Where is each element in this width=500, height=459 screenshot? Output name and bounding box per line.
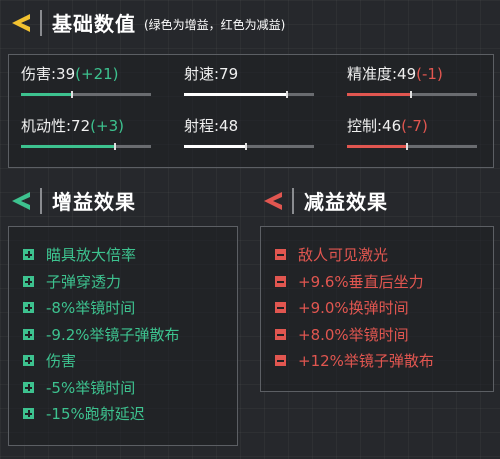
base-stats-title: 基础数值 (52, 12, 136, 36)
plus-square-icon (23, 276, 34, 287)
header-divider (292, 187, 294, 214)
plus-square-icon (23, 302, 34, 313)
buff-item: 子弹穿透力 (23, 271, 121, 292)
buff-item: 瞄具放大倍率 (23, 244, 136, 265)
minus-square-icon (275, 355, 286, 366)
debuff-item-label: +12%举镜子弹散布 (298, 352, 434, 370)
stat-value: 精准度:49 (347, 65, 417, 83)
stat-bar-marker (410, 91, 412, 98)
minus-square-icon (275, 329, 286, 340)
weapon-stats-panel: 基础数值 (绿色为增益，红色为减益) 伤害:39(+21) 射速:79 精准度:49… (0, 0, 500, 459)
minus-square-icon (275, 249, 286, 260)
debuff-item-label: +8.0%举镜时间 (298, 326, 409, 344)
header-divider (40, 187, 42, 214)
stat-delta: (-7) (401, 117, 428, 135)
chevron-left-icon (264, 191, 282, 210)
buff-item-label: 瞄具放大倍率 (46, 246, 137, 264)
stat-bar-fill (347, 93, 411, 96)
debuff-item: +8.0%举镜时间 (275, 324, 409, 345)
base-stats-subtitle: (绿色为增益，红色为减益) (144, 17, 286, 32)
stat-value: 伤害:39 (21, 65, 76, 83)
stat-bar (347, 143, 477, 150)
plus-square-icon (23, 408, 34, 419)
plus-square-icon (23, 329, 34, 340)
plus-square-icon (23, 249, 34, 260)
debuff-item: +9.6%垂直后坐力 (275, 271, 424, 292)
stat-value: 控制:46 (347, 117, 402, 135)
plus-square-icon (23, 382, 34, 393)
minus-square-icon (275, 302, 286, 313)
buff-item-label: -8%举镜时间 (46, 299, 136, 317)
debuff-list: 敌人可见激光 +9.6%垂直后坐力 +9.0%换弹时间 +8.0%举镜时间 +12%举镜… (260, 226, 494, 392)
debuff-header: 减益效果 (262, 186, 388, 215)
buff-item: 伤害 (23, 350, 76, 371)
stat-bar-marker (406, 143, 408, 150)
stat-bar-fill (21, 93, 72, 96)
stat-label: 控制:46(-7) (347, 115, 428, 136)
buff-item-label: 伤害 (46, 352, 77, 370)
chevron-left-icon (12, 13, 30, 32)
debuff-item-label: 敌人可见激光 (298, 246, 389, 264)
stat-bar (184, 91, 314, 98)
stats-box: 伤害:39(+21) 射速:79 精准度:49(-1) 机动性:72(+3) 射程:48… (8, 54, 494, 168)
chevron-left-icon (12, 191, 30, 210)
plus-square-icon (23, 355, 34, 366)
buff-item-label: -5%举镜时间 (46, 379, 136, 397)
buff-item-label: -15%跑射延迟 (46, 405, 145, 423)
buff-item: -9.2%举镜子弹散布 (23, 324, 180, 345)
header-divider (40, 9, 42, 36)
stat-label: 射速:79 (184, 63, 238, 84)
debuff-item: +12%举镜子弹散布 (275, 350, 434, 371)
debuff-item-label: +9.6%垂直后坐力 (298, 273, 424, 291)
debuff-title: 减益效果 (304, 190, 388, 214)
minus-square-icon (275, 276, 286, 287)
stat-bar (347, 91, 477, 98)
stat-bar (184, 143, 314, 150)
buff-header: 增益效果 (10, 186, 136, 215)
stat-bar-marker (71, 91, 73, 98)
stat-delta: (+21) (75, 65, 119, 83)
stat-bar (21, 143, 151, 150)
debuff-item: +9.0%换弹时间 (275, 297, 409, 318)
stat-bar-fill (184, 145, 246, 148)
buff-item: -15%跑射延迟 (23, 403, 145, 424)
stat-bar-marker (286, 91, 288, 98)
buff-title: 增益效果 (52, 190, 136, 214)
stat-delta: (-1) (416, 65, 443, 83)
stat-delta: (+3) (90, 117, 124, 135)
buff-item-label: 子弹穿透力 (46, 273, 122, 291)
stat-bar-fill (21, 145, 115, 148)
debuff-item: 敌人可见激光 (275, 244, 388, 265)
debuff-item-label: +9.0%换弹时间 (298, 299, 409, 317)
stat-label: 射程:48 (184, 115, 238, 136)
stat-bar-fill (347, 145, 407, 148)
stat-bar-marker (245, 143, 247, 150)
stat-label: 伤害:39(+21) (21, 63, 119, 84)
buff-item: -8%举镜时间 (23, 297, 135, 318)
base-stats-header: 基础数值 (绿色为增益，红色为减益) (10, 8, 285, 37)
stat-bar (21, 91, 151, 98)
stat-value: 射程:48 (184, 117, 239, 135)
buff-item: -5%举镜时间 (23, 377, 135, 398)
stat-label: 精准度:49(-1) (347, 63, 443, 84)
stat-value: 机动性:72 (21, 117, 91, 135)
buff-list: 瞄具放大倍率 子弹穿透力 -8%举镜时间 -9.2%举镜子弹散布 伤害 -5%举镜时间 -1… (8, 226, 238, 446)
stat-bar-marker (114, 143, 116, 150)
buff-item-label: -9.2%举镜子弹散布 (46, 326, 180, 344)
stat-label: 机动性:72(+3) (21, 115, 124, 136)
stat-value: 射速:79 (184, 65, 239, 83)
stat-bar-fill (184, 93, 287, 96)
